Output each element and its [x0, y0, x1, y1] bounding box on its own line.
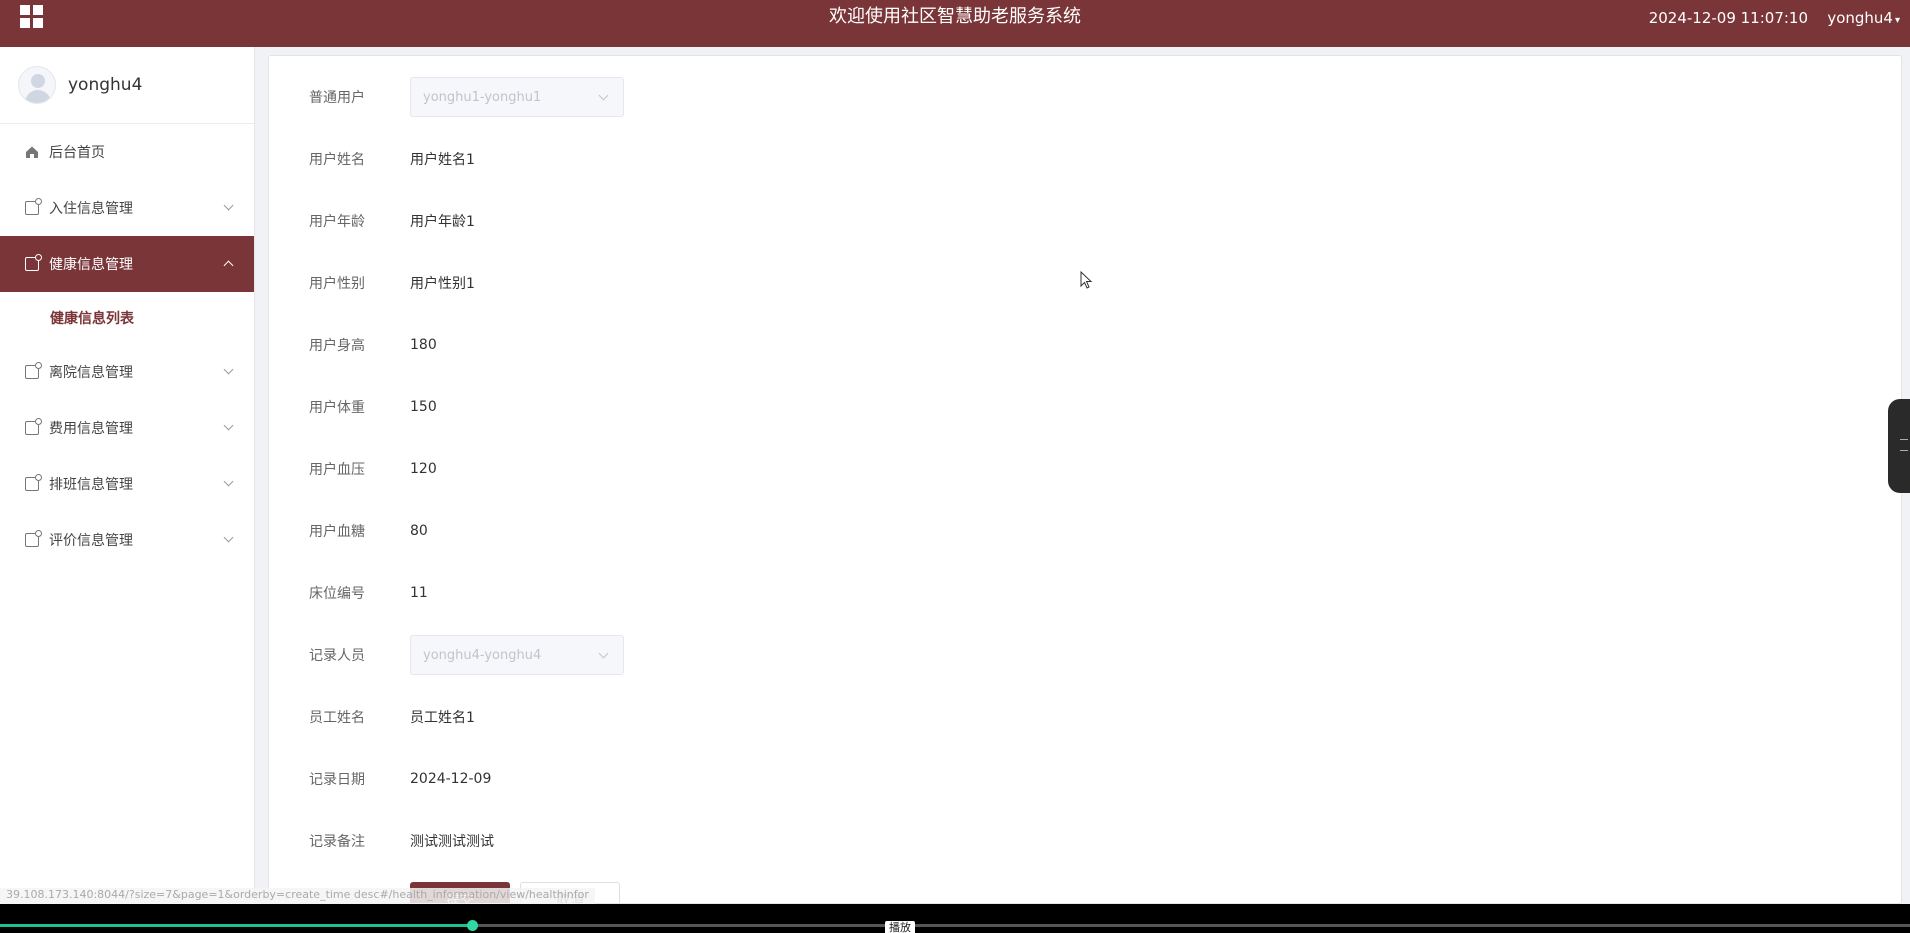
sidebar-item-label: 后台首页 [49, 145, 105, 161]
sidebar-item-label: 入住信息管理 [49, 201, 133, 217]
form-value: 测试测试测试 [410, 834, 494, 850]
form-row-age: 用户年龄 用户年龄1 [269, 201, 1069, 241]
form-label: 用户姓名 [309, 152, 365, 168]
sidebar-item-fees[interactable]: 费用信息管理 [0, 400, 254, 456]
form-value: 用户年龄1 [410, 214, 475, 230]
form-row-bed-number: 床位编号 11 [269, 573, 1069, 613]
chevron-down-icon [223, 420, 234, 431]
form-label: 用户身高 [309, 338, 365, 354]
chevron-down-icon [223, 476, 234, 487]
video-player-bar: 播放 [0, 904, 1910, 933]
form-value: 用户姓名1 [410, 152, 475, 168]
chevron-down-icon [598, 648, 609, 659]
form-row-blood-pressure: 用户血压 120 [269, 449, 1069, 489]
form-value: 120 [410, 461, 437, 477]
form-label: 用户体重 [309, 400, 365, 416]
sidebar-item-label: 健康信息管理 [49, 257, 133, 273]
form-label: 用户血糖 [309, 524, 365, 540]
sidebar: yonghu4 后台首页 入住信息管理 健康信息管理 健康信息列表 离院信息管理… [0, 47, 255, 904]
home-icon [25, 145, 39, 159]
form-label: 用户年龄 [309, 214, 365, 230]
progress-fill [0, 924, 472, 927]
profile-name: yonghu4 [68, 75, 143, 95]
form-row-recorder: 记录人员 yonghu4-yonghu4 [269, 635, 1069, 675]
user-menu-name: yonghu4 [1827, 9, 1893, 27]
user-select[interactable]: yonghu1-yonghu1 [410, 77, 624, 117]
recorder-select-value: yonghu4-yonghu4 [423, 647, 542, 663]
mouse-cursor-icon [1080, 271, 1093, 289]
form-label: 员工姓名 [309, 710, 365, 726]
recorder-select[interactable]: yonghu4-yonghu4 [410, 635, 624, 675]
user-menu[interactable]: yonghu4 ▾ [1827, 8, 1900, 31]
form-row-record-note: 记录备注 测试测试测试 [269, 821, 1069, 861]
form-value: 80 [410, 523, 428, 539]
form-label: 记录备注 [309, 834, 365, 850]
form-label: 普通用户 [309, 90, 365, 106]
sidebar-item-home[interactable]: 后台首页 [0, 124, 254, 180]
sidebar-item-reviews[interactable]: 评价信息管理 [0, 512, 254, 568]
form-label: 用户血压 [309, 462, 365, 478]
sidebar-item-label: 排班信息管理 [49, 477, 133, 493]
form-value: 2024-12-09 [410, 771, 492, 787]
side-float-tab[interactable] [1888, 399, 1910, 493]
form-row-gender: 用户性别 用户性别1 [269, 263, 1069, 303]
form-value: 150 [410, 399, 437, 415]
header-datetime: 2024-12-09 11:07:10 [1648, 9, 1808, 27]
form-row-weight: 用户体重 150 [269, 387, 1069, 427]
sidebar-item-label: 评价信息管理 [49, 533, 133, 549]
form-label: 床位编号 [309, 586, 365, 602]
chevron-down-icon: ▾ [1894, 15, 1900, 26]
play-tooltip: 播放 [885, 921, 915, 933]
chevron-down-icon [223, 532, 234, 543]
form-value: 11 [410, 585, 428, 601]
user-select-value: yonghu1-yonghu1 [423, 89, 542, 105]
form-label: 用户性别 [309, 276, 365, 292]
form-row-record-date: 记录日期 2024-12-09 [269, 759, 1069, 799]
sidebar-item-discharge[interactable]: 离院信息管理 [0, 344, 254, 400]
page-title: 欢迎使用社区智慧助老服务系统 [829, 6, 1081, 27]
chevron-down-icon [223, 200, 234, 211]
top-header: 欢迎使用社区智慧助老服务系统 2024-12-09 11:07:10 yongh… [0, 0, 1910, 47]
form-row-user: 普通用户 yonghu1-yonghu1 [269, 77, 1069, 117]
document-icon [25, 530, 42, 547]
chevron-down-icon [223, 364, 234, 375]
health-info-form: 普通用户 yonghu1-yonghu1 用户姓名 用户姓名1 用户年龄 用户年… [268, 55, 1902, 904]
document-icon [25, 254, 42, 271]
document-icon [25, 198, 42, 215]
sidebar-item-label: 费用信息管理 [49, 421, 133, 437]
chevron-up-icon [223, 260, 234, 271]
form-row-height: 用户身高 180 [269, 325, 1069, 365]
menu-icon [1900, 439, 1908, 451]
progress-handle[interactable] [467, 920, 478, 931]
chevron-down-icon [598, 90, 609, 101]
document-icon [25, 362, 42, 379]
form-value: 员工姓名1 [410, 710, 475, 726]
sidebar-item-health[interactable]: 健康信息管理 [0, 236, 254, 292]
form-label: 记录人员 [309, 648, 365, 664]
sidebar-item-label: 离院信息管理 [49, 365, 133, 381]
status-url: 39.108.173.140:8044/?size=7&page=1&order… [0, 888, 595, 904]
avatar [18, 66, 56, 104]
sidebar-item-schedule[interactable]: 排班信息管理 [0, 456, 254, 512]
document-icon [25, 418, 42, 435]
sidebar-profile: yonghu4 [0, 47, 254, 124]
form-row-name: 用户姓名 用户姓名1 [269, 139, 1069, 179]
document-icon [25, 474, 42, 491]
form-value: 180 [410, 337, 437, 353]
form-row-staff-name: 员工姓名 员工姓名1 [269, 697, 1069, 737]
form-label: 记录日期 [309, 772, 365, 788]
form-row-blood-sugar: 用户血糖 80 [269, 511, 1069, 551]
sidebar-item-checkin[interactable]: 入住信息管理 [0, 180, 254, 236]
form-value: 用户性别1 [410, 276, 475, 292]
sidebar-subitem-health-list[interactable]: 健康信息列表 [0, 292, 254, 344]
